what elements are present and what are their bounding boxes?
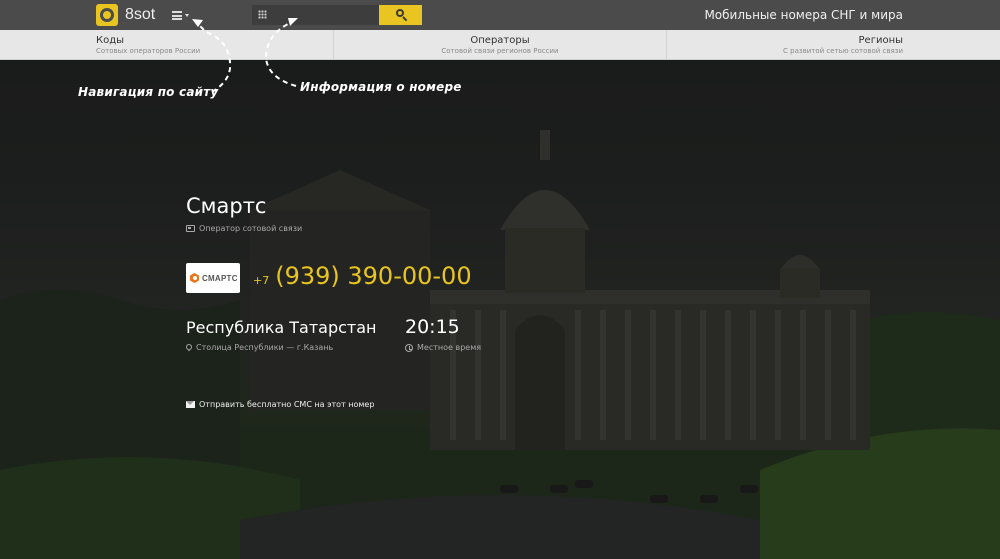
hint-number-info: Информация о номере [300,80,462,94]
clock-icon [405,343,413,352]
phone-number: (939) 390-00-00 [275,262,472,290]
region-name: Республика Татарстан [186,318,377,337]
operator-logo-icon [190,273,199,283]
operator-name: Смартс [186,194,267,218]
region-capital: Столица Республики — г.Казань [186,343,333,352]
hint-arrows [192,18,298,93]
phone-country-code: +7 [253,274,270,287]
operator-logo: СМАРТС [186,263,240,293]
envelope-icon [186,401,195,408]
local-time-label: Местное время [417,343,482,352]
hint-navigation: Навигация по сайту [78,85,219,99]
phone-number-display: +7 (939) 390-00-00 [253,262,472,290]
local-time: 20:15 [405,316,460,338]
operator-type: Оператор сотовой связи [186,224,302,233]
send-sms-label: Отправить бесплатно СМС на этот номер [199,400,375,409]
region-capital-label: Столица Республики — г.Казань [196,343,334,352]
sim-card-icon [186,225,195,232]
operator-logo-text: СМАРТС [202,273,238,283]
local-time-caption: Местное время [405,343,481,352]
location-pin-icon [186,344,192,352]
operator-type-label: Оператор сотовой связи [199,224,303,233]
send-sms-link[interactable]: Отправить бесплатно СМС на этот номер [186,400,374,409]
